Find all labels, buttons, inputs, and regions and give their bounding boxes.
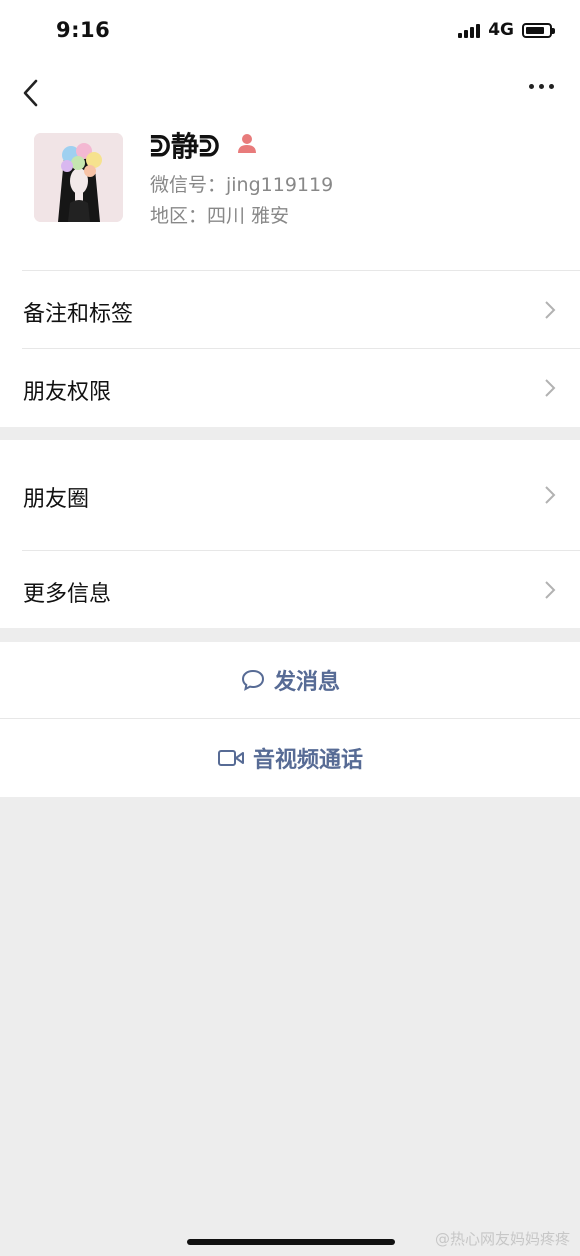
menu-item-moments[interactable]: 朋友圈 [0, 440, 580, 550]
wechat-id: 微信号：jing119119 [150, 174, 334, 196]
send-message-label: 发消息 [273, 670, 340, 695]
signal-icon [458, 22, 481, 38]
menu-group-2: 朋友圈 更多信息 [0, 440, 580, 628]
menu-item-label: 备注和标签 [23, 302, 134, 327]
menu-item-friend-permissions[interactable]: 朋友权限 [0, 349, 580, 427]
video-call-button[interactable]: 音视频通话 [0, 719, 580, 797]
send-message-button[interactable]: 发消息 [0, 642, 580, 718]
watermark: @热心网友妈妈疼疼 [434, 1230, 570, 1248]
region: 地区：四川 雅安 [150, 205, 290, 227]
status-time: 9:16 [56, 18, 111, 42]
home-indicator[interactable] [187, 1239, 395, 1245]
back-button[interactable] [18, 78, 48, 108]
battery-icon [522, 22, 555, 38]
chevron-right-icon [545, 486, 556, 504]
contact-name: ᕲ静ᕲ [150, 130, 220, 163]
status-indicators: 4G [458, 20, 555, 40]
chat-bubble-icon [241, 669, 264, 691]
video-call-label: 音视频通话 [252, 748, 363, 773]
chevron-right-icon [545, 301, 556, 319]
menu-item-label: 更多信息 [23, 582, 112, 607]
chevron-right-icon [545, 581, 556, 599]
chevron-right-icon [545, 379, 556, 397]
female-icon [238, 134, 256, 153]
video-camera-icon [217, 750, 244, 766]
menu-item-label: 朋友圈 [23, 487, 90, 512]
menu-item-notes-tags[interactable]: 备注和标签 [0, 271, 580, 348]
network-type: 4G [488, 20, 514, 40]
profile-section: 9:16 4G ᕲ静ᕲ 微信号：jing119119 地区：四川 雅安 备注和标… [0, 0, 580, 427]
avatar[interactable] [34, 133, 123, 222]
menu-item-more-info[interactable]: 更多信息 [0, 551, 580, 628]
chevron-left-icon [23, 79, 38, 107]
menu-item-label: 朋友权限 [23, 380, 112, 405]
more-dots-icon[interactable] [529, 84, 554, 89]
